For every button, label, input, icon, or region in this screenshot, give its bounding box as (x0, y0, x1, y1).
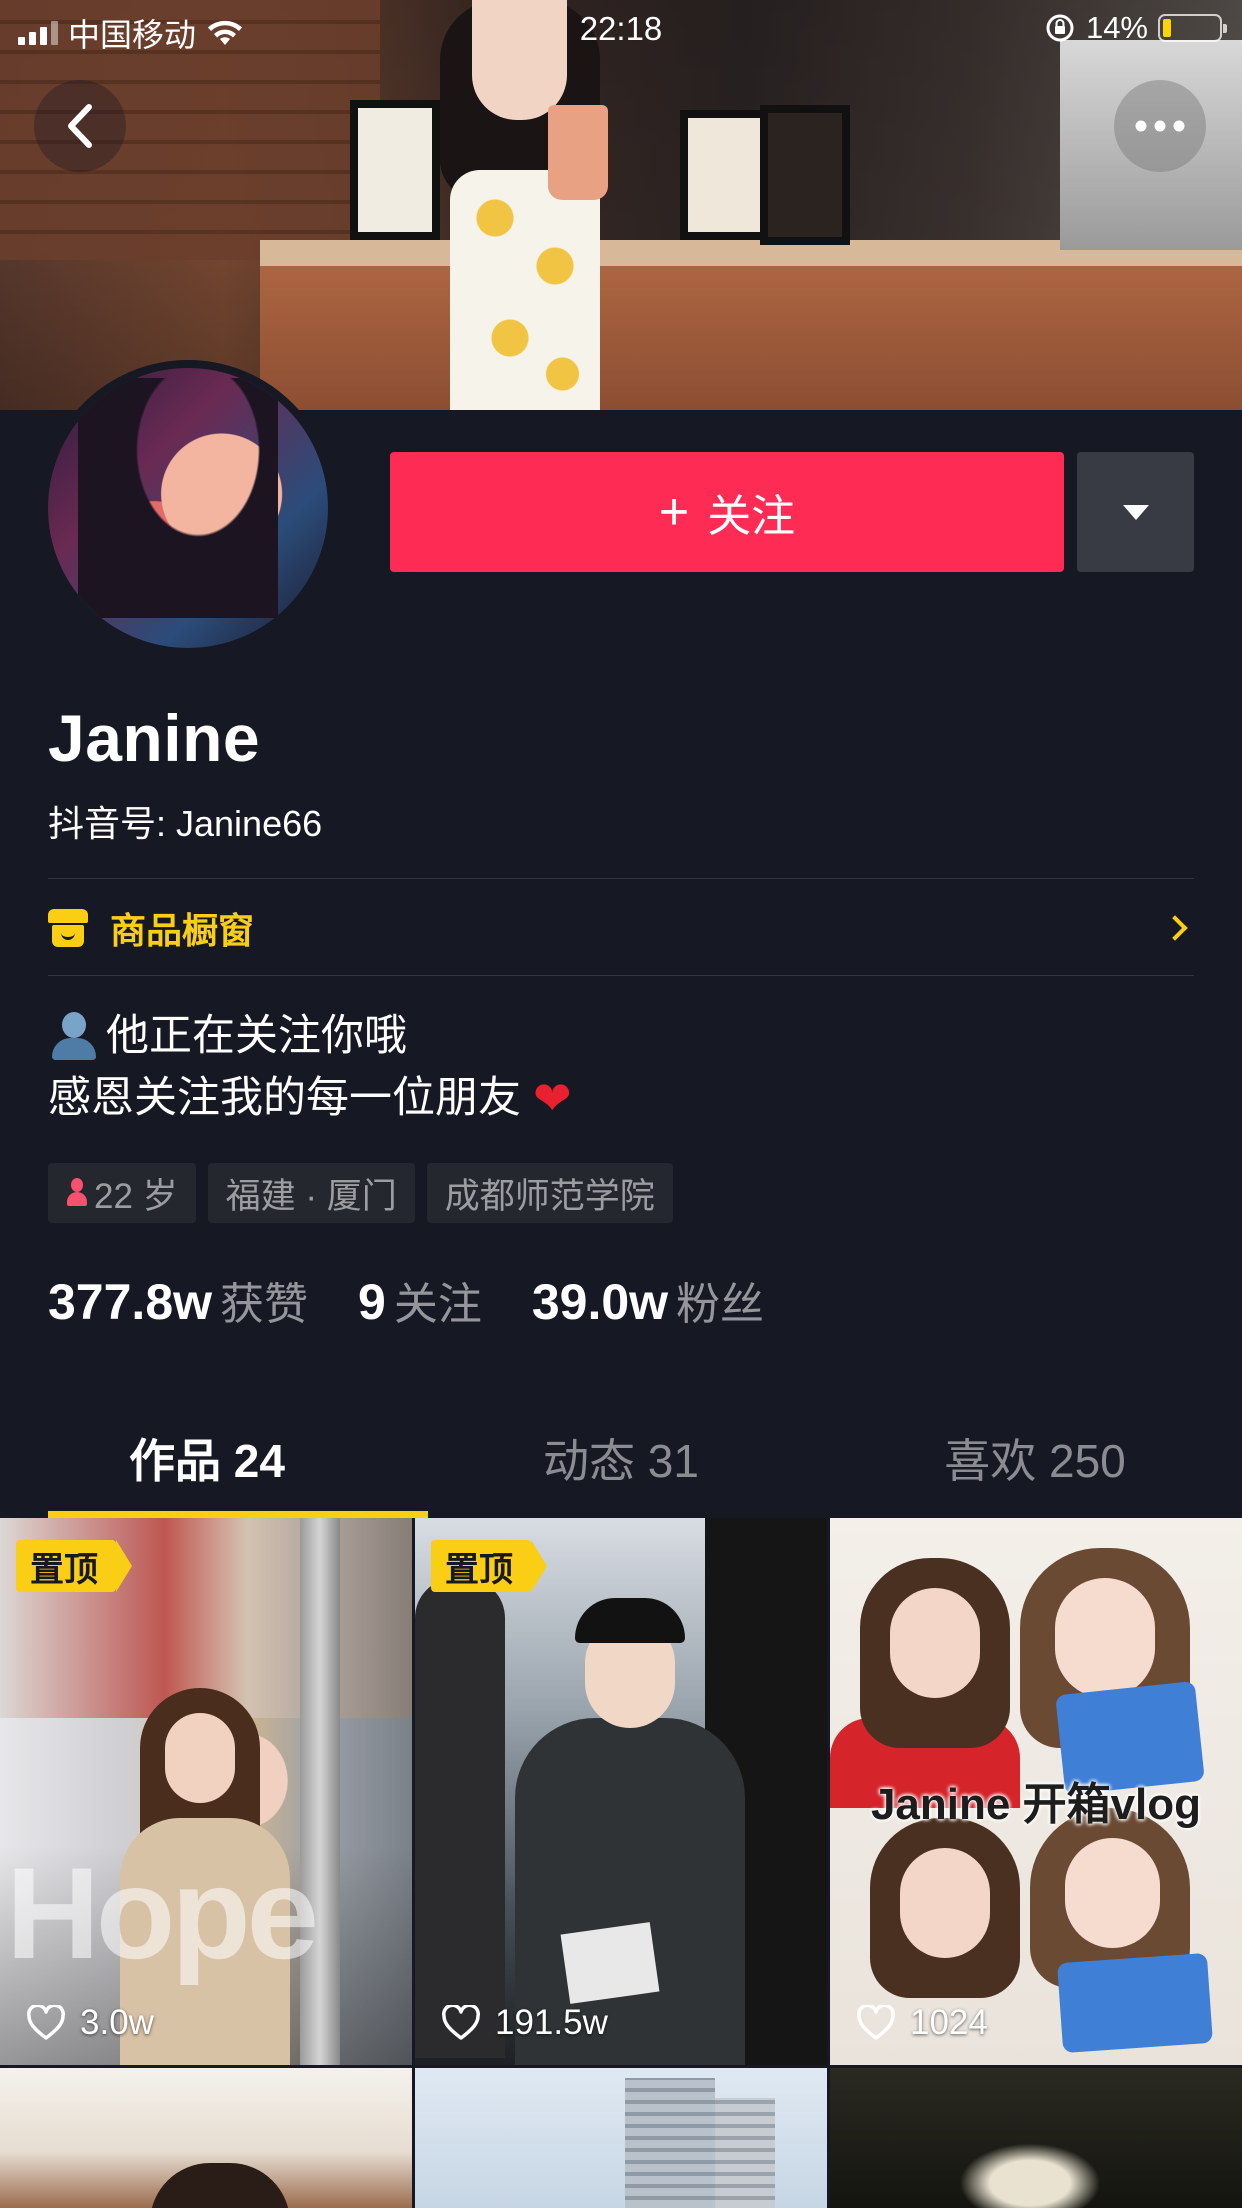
divider (48, 975, 1194, 976)
followers-stat[interactable]: 39.0w 粉丝 (532, 1268, 764, 1332)
video-thumbnail[interactable] (0, 2068, 412, 2208)
shop-window-label: 商品橱窗 (110, 910, 255, 951)
nickname: Janine (48, 701, 261, 775)
profile-stats: 377.8w 获赞 9 关注 39.0w 粉丝 (48, 1268, 764, 1332)
school-tag: 成都师范学院 (426, 1163, 673, 1223)
recommend-dropdown-button[interactable] (1077, 452, 1194, 572)
heart-outline-icon (857, 2005, 895, 2040)
shop-icon (48, 909, 88, 947)
more-button[interactable] (1114, 80, 1206, 172)
red-heart-icon: ❤ (533, 1072, 572, 1124)
divider (48, 878, 1194, 879)
bio-line-2: 感恩关注我的每一位朋友 (48, 1074, 521, 1122)
caret-down-icon (1122, 504, 1149, 520)
pinned-badge: 置顶 (16, 1540, 132, 1592)
following-stat[interactable]: 9 关注 (358, 1268, 482, 1332)
battery-icon (1158, 14, 1227, 42)
video-likes: 191.5w (441, 2003, 608, 2043)
age-tag: 22 岁 (48, 1163, 196, 1223)
bio-line-1: 他正在关注你哦 (106, 1012, 407, 1060)
profile-tabs: 作品 24 动态 31 喜欢 250 (0, 1398, 1242, 1518)
video-thumbnail[interactable] (415, 2068, 827, 2208)
follow-button[interactable]: + 关注 (390, 452, 1064, 572)
shop-window-entry[interactable]: 商品橱窗 (48, 880, 1194, 976)
douyin-id: 抖音号: Janine66 (48, 803, 323, 844)
chevron-left-icon (68, 104, 92, 148)
video-overlay-text: Hope (6, 1840, 319, 1986)
video-thumbnail[interactable]: Hope 置顶 3.0w (0, 1518, 412, 2065)
likes-stat: 377.8w 获赞 (48, 1274, 309, 1330)
video-grid: Hope 置顶 3.0w 置顶 191.5w Janine 开箱vlog 102… (0, 1518, 1242, 2208)
avatar[interactable] (40, 360, 336, 656)
profile-cover-image[interactable] (0, 0, 1242, 410)
tab-posts[interactable]: 动态 31 (414, 1398, 828, 1518)
location-tag: 福建 · 厦门 (207, 1163, 415, 1223)
tab-works[interactable]: 作品 24 (0, 1398, 428, 1518)
tab-liked[interactable]: 喜欢 250 (828, 1398, 1242, 1518)
more-dots-icon (1135, 120, 1185, 132)
back-button[interactable] (34, 80, 126, 172)
chevron-right-icon (1162, 915, 1188, 941)
bio: 他正在关注你哦 感恩关注我的每一位朋友 ❤ (48, 1005, 572, 1129)
pinned-badge: 置顶 (431, 1540, 547, 1592)
female-icon (66, 1178, 88, 1208)
plus-icon: + (658, 483, 690, 541)
profile-tags: 22 岁 福建 · 厦门 成都师范学院 (48, 1163, 673, 1223)
person-silhouette-icon (48, 1010, 100, 1062)
video-thumbnail[interactable] (830, 2068, 1242, 2208)
battery-percent: 14% (1085, 10, 1148, 45)
follow-button-label: 关注 (707, 492, 796, 541)
rotation-lock-icon (1046, 14, 1074, 42)
video-thumbnail[interactable]: Janine 开箱vlog 1024 (830, 1518, 1242, 2065)
heart-outline-icon (442, 2005, 480, 2040)
video-likes: 3.0w (26, 2003, 154, 2043)
heart-outline-icon (27, 2005, 65, 2040)
status-bar: 中国移动 22:18 14% (0, 0, 1242, 60)
video-likes: 1024 (856, 2003, 988, 2043)
video-thumbnail[interactable]: 置顶 191.5w (415, 1518, 827, 2065)
video-overlay-text: Janine 开箱vlog (870, 1780, 1202, 1829)
